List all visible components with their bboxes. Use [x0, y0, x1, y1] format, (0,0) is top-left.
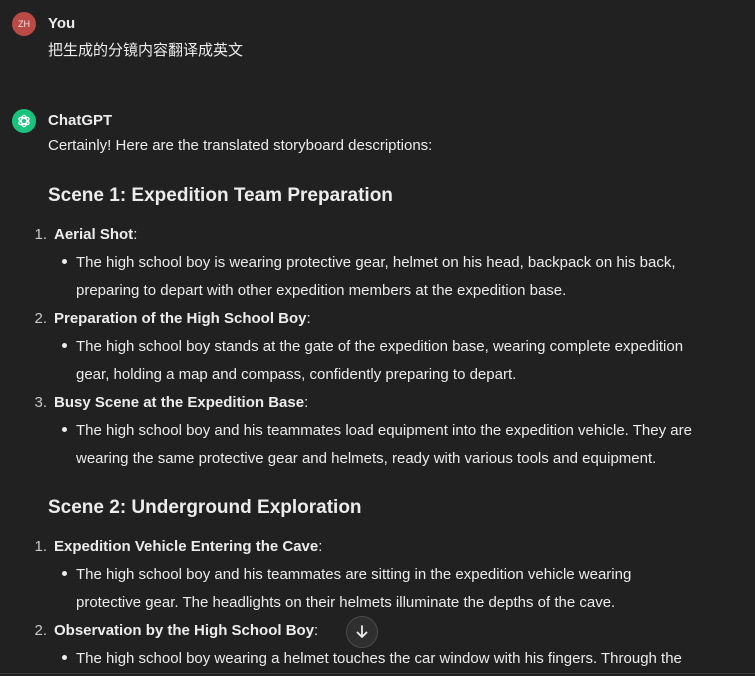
item-title: Preparation of the High School Boy: [54, 310, 307, 327]
item-colon: :: [306, 310, 311, 327]
bullet: [62, 571, 67, 576]
composer-divider: [0, 673, 755, 674]
list-item-title: Expedition Vehicle Entering the Cave:: [54, 538, 322, 555]
user-message: 把生成的分镜内容翻译成英文: [48, 42, 244, 59]
openai-logo-icon: [18, 114, 30, 128]
user-name: You: [48, 15, 76, 32]
description-line: preparing to depart with other expeditio…: [76, 282, 567, 299]
item-title: Aerial Shot: [54, 226, 134, 243]
list-number: 2.: [34, 310, 47, 327]
description-line: The high school boy stands at the gate o…: [76, 338, 684, 355]
bullet: [62, 427, 67, 432]
scene-heading: Scene 2: Underground Exploration: [48, 497, 362, 518]
description-line: The high school boy wearing a helmet tou…: [76, 650, 682, 667]
list-item-title: Busy Scene at the Expedition Base:: [54, 394, 308, 411]
list-number: 1.: [34, 538, 47, 555]
description-line: gear, holding a map and compass, confide…: [76, 366, 517, 383]
item-colon: :: [133, 226, 138, 243]
item-title: Expedition Vehicle Entering the Cave: [54, 538, 319, 555]
user-avatar: ZH: [12, 12, 36, 36]
description-line: The high school boy is wearing protectiv…: [76, 254, 676, 271]
bullet: [62, 259, 67, 264]
assistant-name: ChatGPT: [48, 112, 113, 129]
item-title: Observation by the High School Boy: [54, 622, 315, 639]
list-item-description: The high school boy and his teammates lo…: [76, 417, 736, 473]
list-item-title: Aerial Shot:: [54, 226, 137, 243]
item-colon: :: [304, 394, 309, 411]
bullet: [62, 655, 67, 660]
list-item-title: Observation by the High School Boy:: [54, 622, 318, 639]
item-colon: :: [318, 538, 323, 555]
list-number: 2.: [34, 622, 47, 639]
item-colon: :: [314, 622, 319, 639]
description-line: The high school boy and his teammates lo…: [76, 422, 692, 439]
description-line: The high school boy and his teammates ar…: [76, 566, 632, 583]
list-number: 1.: [34, 226, 47, 243]
scene-heading: Scene 1: Expedition Team Preparation: [48, 185, 393, 206]
list-number: 3.: [34, 394, 47, 411]
list-item-title: Preparation of the High School Boy:: [54, 310, 311, 327]
description-line: protective gear. The headlights on their…: [76, 594, 616, 611]
scroll-to-bottom-button[interactable]: [346, 616, 378, 648]
chatgpt-avatar: [12, 109, 36, 133]
list-item-description: The high school boy and his teammates ar…: [76, 561, 736, 617]
assistant-intro: Certainly! Here are the translated story…: [48, 137, 433, 154]
bullet: [62, 343, 67, 348]
description-line: wearing the same protective gear and hel…: [76, 450, 657, 467]
list-item-description: The high school boy is wearing protectiv…: [76, 249, 736, 305]
list-item-description: The high school boy stands at the gate o…: [76, 333, 736, 389]
arrow-down-icon: [356, 625, 368, 638]
item-title: Busy Scene at the Expedition Base: [54, 394, 305, 411]
list-item-description: The high school boy wearing a helmet tou…: [76, 645, 736, 673]
